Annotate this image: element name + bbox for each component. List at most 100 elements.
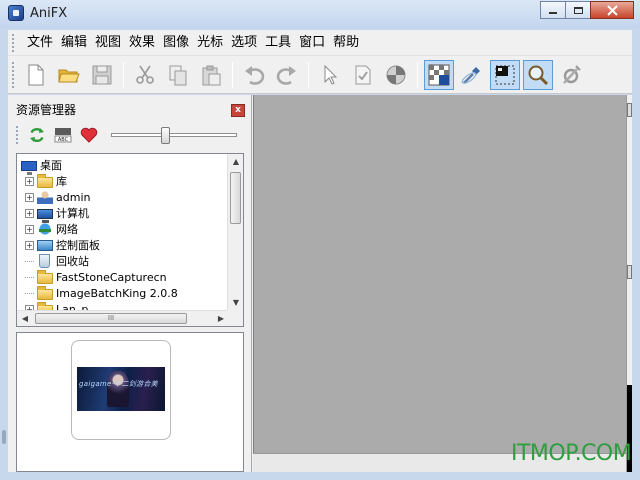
- preview-button[interactable]: [490, 59, 520, 90]
- pointer-button[interactable]: [315, 60, 345, 90]
- refresh-button[interactable]: [27, 125, 47, 145]
- menu-item-4[interactable]: 图像: [159, 33, 193, 53]
- tree-item[interactable]: 桌面: [21, 157, 62, 175]
- scroll-left-button[interactable]: ◀: [17, 311, 33, 326]
- zoom-button[interactable]: [523, 59, 553, 90]
- tree-horizontal-scrollbar[interactable]: ◀ III ▶: [17, 310, 229, 326]
- toolbar-grip[interactable]: [12, 61, 15, 88]
- cut-button[interactable]: [130, 60, 160, 90]
- tree-item-label: ImageBatchKing 2.0.8: [56, 286, 178, 300]
- tree-expander[interactable]: +: [25, 240, 34, 250]
- new-file-button[interactable]: [21, 60, 51, 90]
- dropper-button[interactable]: [457, 60, 487, 90]
- toolbar: [8, 56, 632, 94]
- tree-item-label: 网络: [56, 223, 78, 236]
- folder-tree: 桌面 + 库 + admin + 计算机 + 网络 + 控制面板 回收站 FastStoneCaptur…: [16, 153, 244, 327]
- menu-item-3[interactable]: 效果: [125, 33, 159, 53]
- tree-item-label: 回收站: [56, 255, 89, 268]
- abc-button[interactable]: ABC: [53, 125, 73, 145]
- thumbnail-card[interactable]: gaigame·十二剑游合美: [71, 340, 171, 440]
- open-file-button[interactable]: [54, 60, 84, 90]
- window-edge: [0, 95, 8, 480]
- tree-item[interactable]: + 网络: [25, 221, 78, 237]
- explorer-panel: 资源管理器 x ABC 桌面 + 库 + admin + 计算机 + 网络 + …: [8, 95, 252, 472]
- undo-button[interactable]: [239, 60, 269, 90]
- menu-items: 文件 编辑 视图 效果 图像 光标 选项 工具 窗口 帮助: [23, 33, 363, 53]
- network-icon: [37, 222, 53, 236]
- menu-grip[interactable]: [12, 33, 15, 52]
- toolbar-separator: [123, 61, 124, 88]
- tree-vertical-scrollbar[interactable]: ▲ ▼: [227, 154, 243, 311]
- slider-track: [111, 133, 237, 137]
- user-icon: [37, 190, 53, 204]
- close-button[interactable]: [590, 1, 634, 19]
- toolbar-separator: [232, 61, 233, 88]
- menu-item-0[interactable]: 文件: [23, 33, 57, 53]
- tree-item[interactable]: ImageBatchKing 2.0.8: [25, 285, 178, 301]
- horizontal-scroll-thumb[interactable]: III: [35, 313, 187, 324]
- vertical-scroll-thumb[interactable]: [230, 172, 241, 224]
- tree-item[interactable]: + 控制面板: [25, 237, 100, 253]
- tree-item[interactable]: + admin: [25, 189, 90, 205]
- copy-button[interactable]: [163, 60, 193, 90]
- menu-item-6[interactable]: 选项: [227, 33, 261, 53]
- save-button[interactable]: [87, 60, 117, 90]
- new-file-icon: [28, 64, 44, 85]
- tools-button[interactable]: [556, 60, 586, 90]
- thumbnail-caption: gaigame·十二剑游合美: [79, 380, 158, 388]
- abc-icon: ABC: [54, 128, 72, 143]
- thumbnail-size-slider[interactable]: [111, 127, 237, 144]
- desktop-icon: [21, 160, 37, 175]
- folder-icon: [37, 173, 53, 188]
- explorer-title: 资源管理器: [16, 103, 77, 117]
- explorer-close-button[interactable]: x: [231, 104, 245, 117]
- menu-bar: 文件 编辑 视图 效果 图像 光标 选项 工具 窗口 帮助: [8, 30, 632, 56]
- explorer-toolbar: ABC: [16, 123, 246, 147]
- redo-button[interactable]: [272, 60, 302, 90]
- tree-expander[interactable]: +: [25, 208, 34, 218]
- paste-button[interactable]: [196, 60, 226, 90]
- tree-expander[interactable]: +: [25, 176, 34, 186]
- menu-item-9[interactable]: 帮助: [329, 33, 363, 53]
- canvas-area[interactable]: [253, 95, 626, 453]
- menu-item-5[interactable]: 光标: [193, 33, 227, 53]
- right-dock-tab-2[interactable]: [627, 265, 632, 279]
- tree-item-label: admin: [56, 190, 91, 204]
- grid-view-button[interactable]: [424, 59, 454, 90]
- undo-icon: [245, 65, 265, 85]
- scroll-down-button[interactable]: ▼: [228, 295, 243, 311]
- recycle-icon: [39, 254, 50, 268]
- menu-item-7[interactable]: 工具: [261, 33, 295, 53]
- watermark: ITMOP.COM: [511, 441, 632, 466]
- minimize-button[interactable]: [540, 1, 566, 19]
- scroll-up-button[interactable]: ▲: [228, 154, 243, 170]
- menu-item-1[interactable]: 编辑: [57, 33, 91, 53]
- tree-item[interactable]: 回收站: [25, 253, 89, 269]
- check-button[interactable]: [348, 60, 378, 90]
- tree-expander[interactable]: +: [25, 224, 34, 234]
- tools-icon: [563, 64, 581, 84]
- tree-item[interactable]: FastStoneCapturecn: [25, 269, 167, 285]
- folder-icon: [37, 269, 53, 284]
- preview-frame-icon: [495, 65, 515, 84]
- menu-item-2[interactable]: 视图: [91, 33, 125, 53]
- tree-item-label: 控制面板: [56, 239, 100, 252]
- maximize-button[interactable]: [565, 1, 591, 19]
- right-dock-tab[interactable]: [627, 103, 632, 117]
- tree-item[interactable]: + 计算机: [25, 205, 89, 223]
- tree-item[interactable]: + 库: [25, 173, 67, 189]
- tree-item-label: 桌面: [40, 159, 62, 172]
- menu-item-8[interactable]: 窗口: [295, 33, 329, 53]
- favorites-button[interactable]: [79, 125, 99, 145]
- tree-item-label: FastStoneCapturecn: [56, 270, 167, 284]
- pie-button[interactable]: [381, 60, 411, 90]
- tree-expander[interactable]: +: [25, 192, 34, 202]
- refresh-icon: [30, 127, 44, 143]
- minimize-icon: [549, 12, 557, 14]
- main-area: 资源管理器 x ABC 桌面 + 库 + admin + 计算机 + 网络 + …: [8, 95, 632, 472]
- explorer-toolbar-grip[interactable]: [16, 126, 19, 144]
- explorer-header: 资源管理器: [8, 95, 252, 121]
- resize-grip[interactable]: [2, 430, 6, 444]
- computer-icon: [37, 208, 53, 223]
- slider-thumb[interactable]: [161, 127, 170, 144]
